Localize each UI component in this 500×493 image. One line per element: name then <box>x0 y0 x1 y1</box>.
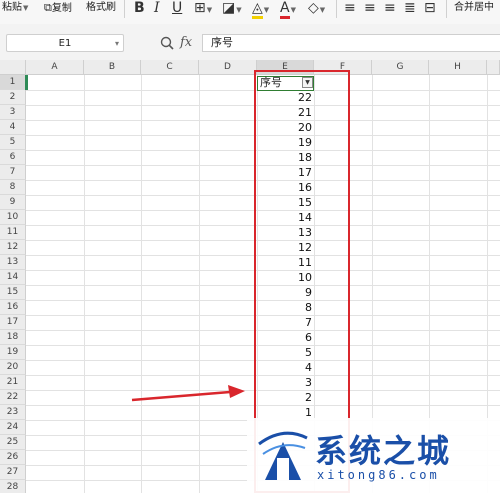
fill-pattern-button[interactable]: ◪▼ <box>222 0 242 20</box>
row-header[interactable]: 25 <box>0 435 26 450</box>
copy-button[interactable]: ⧉复制 <box>44 0 72 20</box>
paste-button[interactable]: 粘贴▼ <box>2 0 28 20</box>
column-header-b[interactable]: B <box>84 60 141 75</box>
bold-button[interactable]: B <box>134 0 145 20</box>
eraser-icon: ◇ <box>308 0 319 16</box>
logo-icon <box>258 431 308 480</box>
font-color-button[interactable]: A▼ <box>280 0 296 20</box>
grid-line <box>141 75 142 493</box>
row-header[interactable]: 26 <box>0 450 26 465</box>
row-header[interactable]: 14 <box>0 270 26 285</box>
arrow-icon <box>131 385 245 402</box>
column-header-d[interactable]: D <box>199 60 257 75</box>
merge-center-button[interactable]: 合并居中 <box>454 0 494 20</box>
toolbar-divider <box>446 0 447 18</box>
row-header[interactable]: 13 <box>0 255 26 270</box>
fx-icon[interactable]: fx <box>180 35 192 50</box>
grid-line <box>84 75 85 493</box>
row-header[interactable]: 17 <box>0 315 26 330</box>
row-header[interactable]: 12 <box>0 240 26 255</box>
row-header[interactable]: 6 <box>0 150 26 165</box>
formula-bar: E1 ▾ fx 序号 <box>0 24 500 61</box>
clear-button[interactable]: ◇▼ <box>308 0 325 20</box>
border-icon: ⊞ <box>194 0 206 16</box>
paste-label: 粘贴 <box>2 2 22 13</box>
underline-button[interactable]: U <box>172 0 182 20</box>
name-box[interactable]: E1 ▾ <box>6 34 124 52</box>
row-header[interactable]: 21 <box>0 375 26 390</box>
align-center-icon[interactable]: ≡ <box>364 0 376 20</box>
cell-reference: E1 <box>58 38 72 49</box>
row-header[interactable]: 5 <box>0 135 26 150</box>
format-painter-button[interactable]: 格式刷 <box>86 0 116 20</box>
italic-button[interactable]: I <box>154 0 160 20</box>
watermark: 系统之城 xitong86.com <box>247 418 500 493</box>
merge-center-label: 合并居中 <box>454 2 494 13</box>
toolbar-divider <box>336 0 337 18</box>
formula-input[interactable]: 序号 <box>202 34 500 52</box>
column-header-i[interactable] <box>487 60 500 75</box>
fill-color-button[interactable]: ◬▼ <box>252 0 269 20</box>
distribute-icon[interactable]: ⊟ <box>424 0 436 20</box>
zoom-icon[interactable] <box>160 36 174 50</box>
fill-pattern-icon: ◪ <box>222 0 236 16</box>
grid-line <box>199 75 200 493</box>
row-header[interactable]: 7 <box>0 165 26 180</box>
row-header[interactable]: 9 <box>0 195 26 210</box>
column-header-g[interactable]: G <box>372 60 429 75</box>
row-header[interactable]: 11 <box>0 225 26 240</box>
watermark-title: 系统之城 <box>315 432 452 470</box>
format-painter-label: 格式刷 <box>86 2 116 13</box>
row-header[interactable]: 10 <box>0 210 26 225</box>
justify-icon[interactable]: ≣ <box>404 0 416 20</box>
ribbon-toolbar: 粘贴▼ ⧉复制 格式刷 B I U ⊞▼ ◪▼ ◬▼ A▼ ◇▼ ≡ ≡ ≡ ≣… <box>0 0 500 25</box>
row-header[interactable]: 19 <box>0 345 26 360</box>
row-header[interactable]: 22 <box>0 390 26 405</box>
row-selection-marker <box>25 75 28 90</box>
row-header[interactable]: 4 <box>0 120 26 135</box>
align-left-icon[interactable]: ≡ <box>344 0 356 20</box>
row-header[interactable]: 18 <box>0 330 26 345</box>
row-header[interactable]: 16 <box>0 300 26 315</box>
row-header[interactable]: 20 <box>0 360 26 375</box>
chevron-down-icon[interactable]: ▾ <box>115 35 119 53</box>
row-header[interactable]: 8 <box>0 180 26 195</box>
row-header[interactable]: 23 <box>0 405 26 420</box>
column-header-h[interactable]: H <box>429 60 487 75</box>
copy-label: 复制 <box>51 3 72 14</box>
select-all-corner[interactable] <box>0 60 26 75</box>
toolbar-divider <box>124 0 125 18</box>
row-header[interactable]: 3 <box>0 105 26 120</box>
copy-icon: ⧉ <box>44 1 52 14</box>
paint-bucket-icon: ◬ <box>252 0 263 19</box>
row-header[interactable]: 15 <box>0 285 26 300</box>
align-right-icon[interactable]: ≡ <box>384 0 396 20</box>
row-header[interactable]: 28 <box>0 480 26 493</box>
row-header[interactable]: 27 <box>0 465 26 480</box>
watermark-url: xitong86.com <box>317 468 440 482</box>
row-header[interactable]: 24 <box>0 420 26 435</box>
row-header[interactable]: 2 <box>0 90 26 105</box>
column-header-c[interactable]: C <box>141 60 199 75</box>
font-color-icon: A <box>280 0 290 19</box>
border-button[interactable]: ⊞▼ <box>194 0 212 20</box>
column-header-a[interactable]: A <box>26 60 84 75</box>
row-header[interactable]: 1 <box>0 75 26 90</box>
